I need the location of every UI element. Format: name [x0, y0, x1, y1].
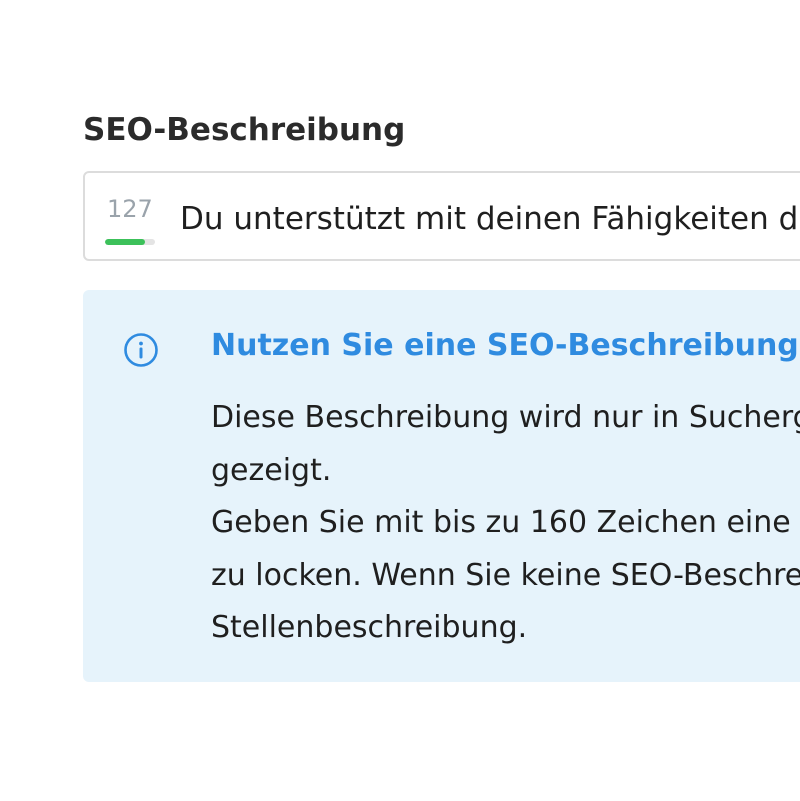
info-text-line: Diese Beschreibung wird nur in Sucherg [211, 400, 800, 435]
info-text-line: zu locken. Wenn Sie keine SEO-Beschrei [211, 557, 800, 593]
seo-description-value[interactable]: Du unterstützt mit deinen Fähigkeiten d [180, 199, 798, 239]
seo-description-label: SEO-Beschreibung [83, 112, 406, 148]
seo-info-box: Nutzen Sie eine SEO-Beschreibung fü Dies… [83, 290, 800, 682]
character-progress-fill [105, 239, 145, 245]
seo-description-input[interactable]: 127 Du unterstützt mit deinen Fähigkeite… [83, 171, 800, 261]
character-progress-bar [105, 239, 155, 245]
info-text-line: Geben Sie mit bis zu 160 Zeichen eine k [211, 505, 800, 540]
character-count: 127 [107, 195, 153, 223]
info-text-line: Stellenbeschreibung. [211, 610, 528, 645]
character-counter: 127 [105, 195, 155, 245]
info-circle-icon [124, 333, 158, 367]
page: SEO-Beschreibung 127 Du unterstützt mit … [0, 0, 800, 801]
info-title: Nutzen Sie eine SEO-Beschreibung fü [211, 328, 800, 363]
info-text-line: gezeigt. [211, 452, 332, 488]
info-text: Diese Beschreibung wird nur in Sucherg g… [211, 392, 800, 655]
